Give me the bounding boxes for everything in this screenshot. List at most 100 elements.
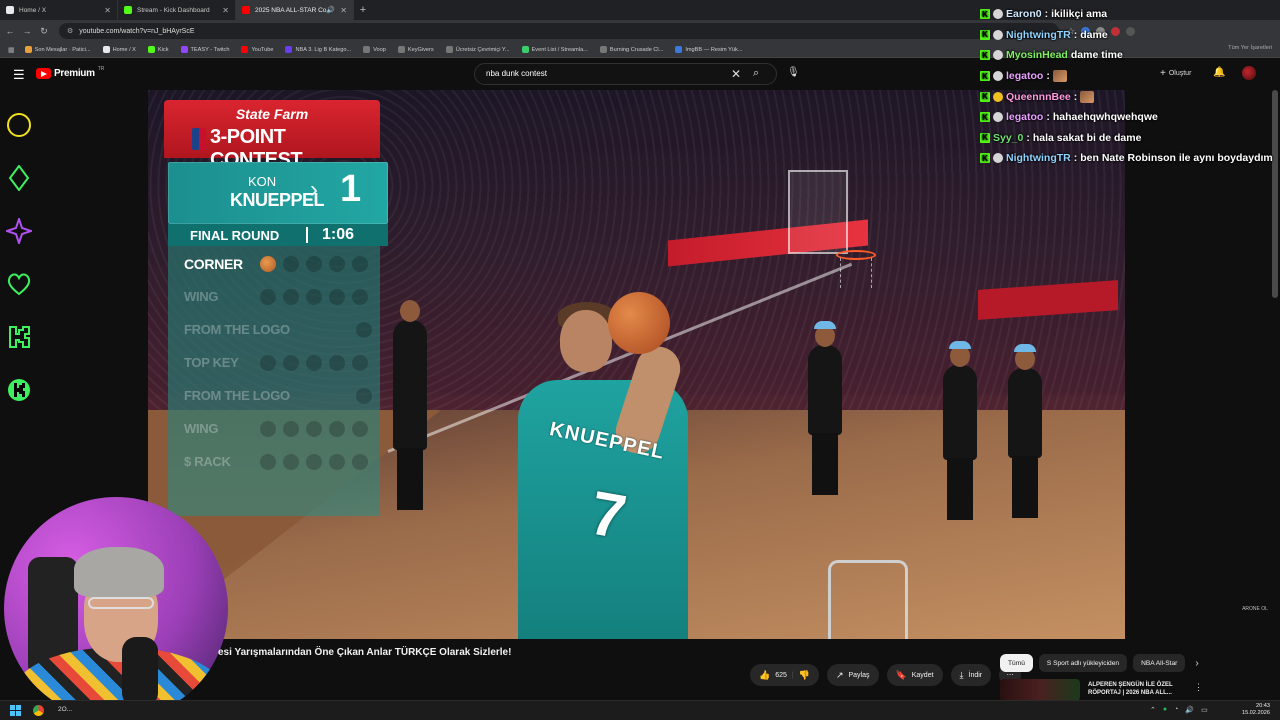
filter-chip[interactable]: NBA All-Star — [1133, 654, 1186, 672]
bookmark-label: TEASY - Twitch — [190, 46, 230, 53]
chat-separator: : — [1046, 111, 1050, 124]
pending-shot-ball — [352, 454, 368, 470]
bookmark-item[interactable]: KeyGivers — [397, 46, 434, 53]
volume-icon[interactable]: 🔊 — [1185, 706, 1194, 714]
rack-balls — [260, 256, 368, 272]
taskbar-app-label[interactable]: 2O... — [58, 706, 72, 713]
browser-tab[interactable]: Stream - Kick Dashboard ✕ — [118, 0, 236, 20]
kick-badge-icon: K — [980, 50, 990, 61]
bookmark-favicon-icon — [241, 46, 249, 53]
search-input[interactable] — [486, 69, 716, 78]
bookmark-item[interactable]: Kick — [147, 46, 169, 53]
tab-audio-icon[interactable]: 🔊 — [326, 6, 335, 14]
apps-grid-icon[interactable]: ▦ — [8, 46, 15, 54]
chevron-up-icon[interactable]: ⌃ — [1150, 706, 1156, 714]
save-label: Kaydet — [911, 671, 934, 679]
rack-balls — [260, 454, 368, 470]
spotify-icon[interactable]: ● — [1163, 706, 1167, 714]
taskbar-clock[interactable]: 20:43 15.02.2026 — [1240, 703, 1270, 717]
bookmark-item[interactable]: Voop — [363, 46, 386, 53]
network-icon[interactable]: ◔ — [1174, 706, 1178, 714]
youtube-logo-text: Premium — [54, 68, 95, 79]
site-info-icon[interactable]: ⚙ — [67, 27, 73, 35]
chat-username[interactable]: legatoo — [1006, 70, 1043, 82]
chrome-taskbar-icon[interactable] — [33, 705, 44, 716]
url-field[interactable]: ⚙ youtube.com/watch?v=nJ_bHAyrScE — [59, 23, 1059, 39]
rebounder — [943, 341, 977, 520]
bookmark-item[interactable]: NBA 3. Lig B Katego... — [285, 46, 351, 53]
chat-username[interactable]: Syy_0 — [993, 132, 1023, 144]
bookmark-label: KeyGivers — [407, 46, 434, 53]
thumbs-down-icon[interactable]: 👎 — [799, 670, 810, 681]
stream-overlay-shapes — [0, 90, 40, 510]
filter-chip[interactable]: S Sport adlı yükleyiciden — [1038, 654, 1128, 672]
browser-tab[interactable]: Home / X ✕ — [0, 0, 118, 20]
browser-tab[interactable]: 2025 NBA ALL-STAR Co... 🔊 ✕ — [236, 0, 354, 20]
bookmark-item[interactable]: ImgBB — Resim Yük... — [675, 46, 742, 53]
pending-shot-ball — [306, 454, 322, 470]
close-tab-icon[interactable]: ✕ — [222, 6, 229, 15]
youtube-logo[interactable]: Premium TR — [36, 66, 104, 79]
recommended-video-thumbnail[interactable] — [1000, 679, 1080, 701]
pending-shot-ball — [306, 421, 322, 437]
pending-shot-ball — [283, 355, 299, 371]
rack-balls — [260, 421, 368, 437]
chat-username[interactable]: MyosinHead — [1006, 49, 1068, 61]
kick-k-logo-icon — [9, 326, 30, 348]
bookmark-item[interactable]: Event List / Streamla... — [521, 46, 588, 53]
pending-shot-ball — [352, 289, 368, 305]
chat-username[interactable]: QueennnBee — [1006, 91, 1071, 103]
chat-username[interactable]: NightwingTR — [1006, 29, 1071, 41]
close-tab-icon[interactable]: ✕ — [104, 6, 111, 15]
microphone — [122, 637, 158, 707]
download-button[interactable]: ⤓ İndir — [950, 664, 992, 686]
chevron-right-icon[interactable]: › — [1195, 658, 1198, 669]
chat-username[interactable]: Earon0 — [1006, 8, 1042, 20]
scoreboard-player-row: KON KNUEPPEL › 1 — [168, 162, 388, 224]
bookmark-item[interactable]: Burning Crusade Cl... — [599, 46, 663, 53]
new-tab-button[interactable]: + — [354, 4, 372, 16]
youtube-play-icon — [36, 68, 51, 79]
windows-start-icon[interactable] — [10, 705, 21, 716]
search-icon[interactable]: ⌕ — [753, 67, 759, 80]
rebounder — [808, 321, 842, 495]
more-vertical-icon[interactable]: ⋮ — [1194, 682, 1203, 693]
bookmark-item[interactable]: Son Mesajlar · Patici... — [24, 46, 91, 53]
heart-outline-icon — [7, 273, 31, 296]
pending-shot-ball — [260, 355, 276, 371]
pending-shot-ball — [283, 256, 299, 272]
shooting-player: KNUEPPEL 7 — [498, 292, 698, 639]
bookmark-item[interactable]: TEASY - Twitch — [180, 46, 230, 53]
windows-taskbar: 2O... ⌃ ● ◔ 🔊 ▭ 20:43 15.02.2026 — [0, 700, 1280, 720]
channel-watermark: ARONE OL — [1242, 606, 1268, 612]
reload-icon[interactable]: ↻ — [37, 26, 51, 37]
close-tab-icon[interactable]: ✕ — [340, 6, 347, 15]
forward-icon[interactable]: → — [20, 26, 34, 36]
kick-badge-icon: K — [980, 9, 990, 20]
bookmark-item[interactable]: YouTube — [241, 46, 273, 53]
recommended-video-title[interactable]: ALPEREN ŞENGÜN İLE ÖZEL RÖPORTAJ | 2026 … — [1088, 681, 1188, 697]
hamburger-menu-icon[interactable]: ☰ — [13, 67, 25, 83]
circle-outline-icon — [7, 113, 31, 137]
chat-separator: : — [1073, 90, 1078, 103]
rack-name: WING — [184, 289, 219, 304]
chat-username[interactable]: legatoo — [1006, 111, 1043, 123]
video-actions: 👍 625 | 👎 ↗ Paylaş 🔖 Kaydet ⤓ İndir ⋯ — [750, 664, 1022, 686]
bookmark-label: ImgBB — Resim Yük... — [685, 46, 743, 53]
like-button[interactable]: 👍 625 | 👎 — [750, 664, 819, 686]
bookmark-item[interactable]: Home / X — [102, 46, 136, 53]
kick-badge-icon: K — [980, 91, 990, 102]
save-button[interactable]: 🔖 Kaydet — [886, 664, 943, 686]
microphone-icon[interactable]: 🎙 — [787, 67, 801, 81]
filter-chip[interactable]: Tümü — [1000, 654, 1033, 672]
back-icon[interactable]: ← — [3, 26, 17, 36]
chat-separator: : — [1044, 8, 1049, 21]
chat-username[interactable]: NightwingTR — [1006, 152, 1071, 164]
share-button[interactable]: ↗ Paylaş — [826, 664, 879, 686]
bookmark-item[interactable]: Ücretsiz Çevrimiçi Y... — [445, 46, 510, 53]
clear-search-icon[interactable]: ✕ — [731, 67, 741, 81]
battery-icon[interactable]: ▭ — [1201, 706, 1208, 714]
pending-shot-ball — [283, 454, 299, 470]
chat-separator: : — [1073, 152, 1078, 165]
bookmark-favicon-icon — [285, 46, 293, 53]
